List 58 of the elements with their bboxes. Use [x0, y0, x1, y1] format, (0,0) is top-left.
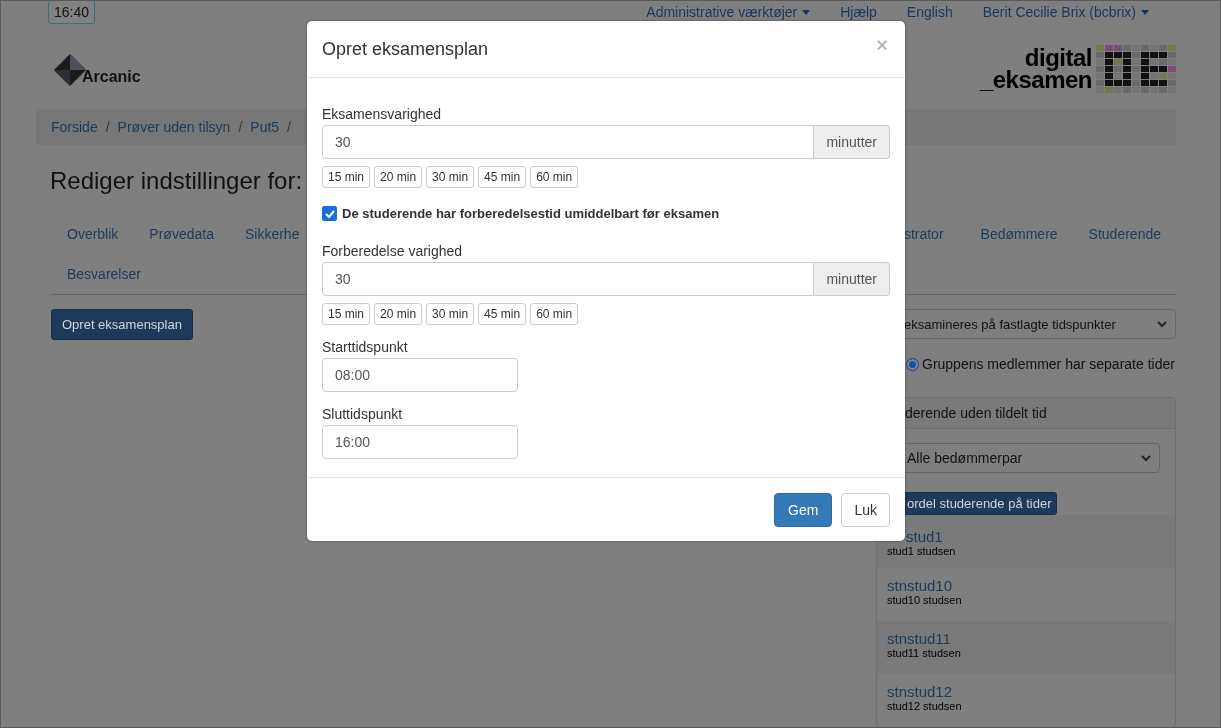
breadcrumb-link[interactable]: Forside — [51, 119, 98, 135]
assign-button[interactable]: ordel studerende på tider — [902, 492, 1057, 515]
tab[interactable]: Overblik — [51, 214, 134, 254]
preset-button[interactable]: 30 min — [426, 166, 475, 188]
close-button[interactable]: Luk — [841, 493, 890, 527]
input-field[interactable]: 30 — [322, 262, 815, 296]
checkbox[interactable] — [322, 206, 337, 221]
chevron-down-icon — [1157, 320, 1167, 328]
preset-button[interactable]: 20 min — [374, 303, 423, 325]
digital-eksamen-logo: digital _eksamen — [979, 45, 1176, 93]
create-plan-button[interactable]: Opret eksamensplan — [51, 309, 193, 340]
field-label: Eksamensvarighed — [322, 106, 443, 122]
radio-button[interactable] — [906, 357, 919, 371]
radio-label: Gruppens medlemmer har separate tider — [922, 356, 1175, 372]
page-heading: Rediger indstillinger for: — [50, 167, 303, 195]
preset-button[interactable]: 15 min — [322, 166, 371, 188]
tab[interactable]: Studerende — [1072, 214, 1176, 254]
input-field[interactable]: 16:00 — [322, 425, 518, 459]
preset-button[interactable]: 45 min — [478, 303, 527, 325]
field-label: Forberedelse varighed — [322, 243, 464, 259]
tab[interactable]: Besvarelser — [51, 254, 156, 294]
nav-link[interactable]: Berit Cecilie Brix (bcbrix) — [967, 4, 1164, 20]
preset-button[interactable]: 30 min — [426, 303, 475, 325]
student-link[interactable]: stnstud11 — [887, 630, 1165, 647]
clock-badge: 16:40 — [48, 1, 96, 24]
student-link[interactable]: stnstud12 — [887, 683, 1165, 700]
preset-button[interactable]: 60 min — [530, 166, 579, 188]
breadcrumb-separator: / — [286, 119, 292, 135]
save-button[interactable]: Gem — [774, 493, 833, 527]
arcanic-logo: Arcanic — [52, 52, 141, 88]
modal-title: Opret eksamensplan — [322, 38, 489, 60]
field-label: Starttidspunkt — [322, 339, 409, 355]
breadcrumb-separator: / — [237, 119, 244, 135]
nav-link[interactable]: Hjælp — [825, 4, 892, 20]
breadcrumb-link[interactable]: Prøver uden tilsyn — [117, 119, 231, 135]
student-name: stud12 studsen — [887, 700, 963, 712]
pixel-grid-icon — [1096, 45, 1176, 93]
tab[interactable]: Bedømmere — [964, 214, 1073, 254]
breadcrumb-separator: / — [104, 119, 111, 135]
breadcrumb-link[interactable]: Put5 — [250, 119, 280, 135]
nav-link[interactable]: English — [891, 4, 968, 20]
input-field[interactable]: 08:00 — [322, 358, 518, 392]
preset-button[interactable]: 15 min — [322, 303, 371, 325]
student-link[interactable]: stnstud10 — [887, 577, 1165, 594]
tab[interactable]: Prøvedata — [133, 214, 229, 254]
preset-button[interactable]: 60 min — [530, 303, 579, 325]
student-name: stud1 studsen — [887, 545, 957, 557]
checkbox-label: De studerende har forberedelsestid umiddelbart før eksamen — [342, 206, 720, 221]
chevron-down-icon — [1141, 454, 1151, 462]
input-field[interactable]: 30 — [322, 125, 815, 159]
student-name: stud11 studsen — [887, 647, 962, 659]
student-name: stud10 studsen — [887, 594, 963, 606]
unit-addon: minutter — [814, 125, 890, 159]
preset-button[interactable]: 20 min — [374, 166, 423, 188]
nav-link[interactable]: Administrative værktøjer — [631, 4, 826, 20]
unit-addon: minutter — [814, 262, 890, 296]
preset-button[interactable]: 45 min — [478, 166, 527, 188]
field-label: Sluttidspunkt — [322, 406, 404, 422]
